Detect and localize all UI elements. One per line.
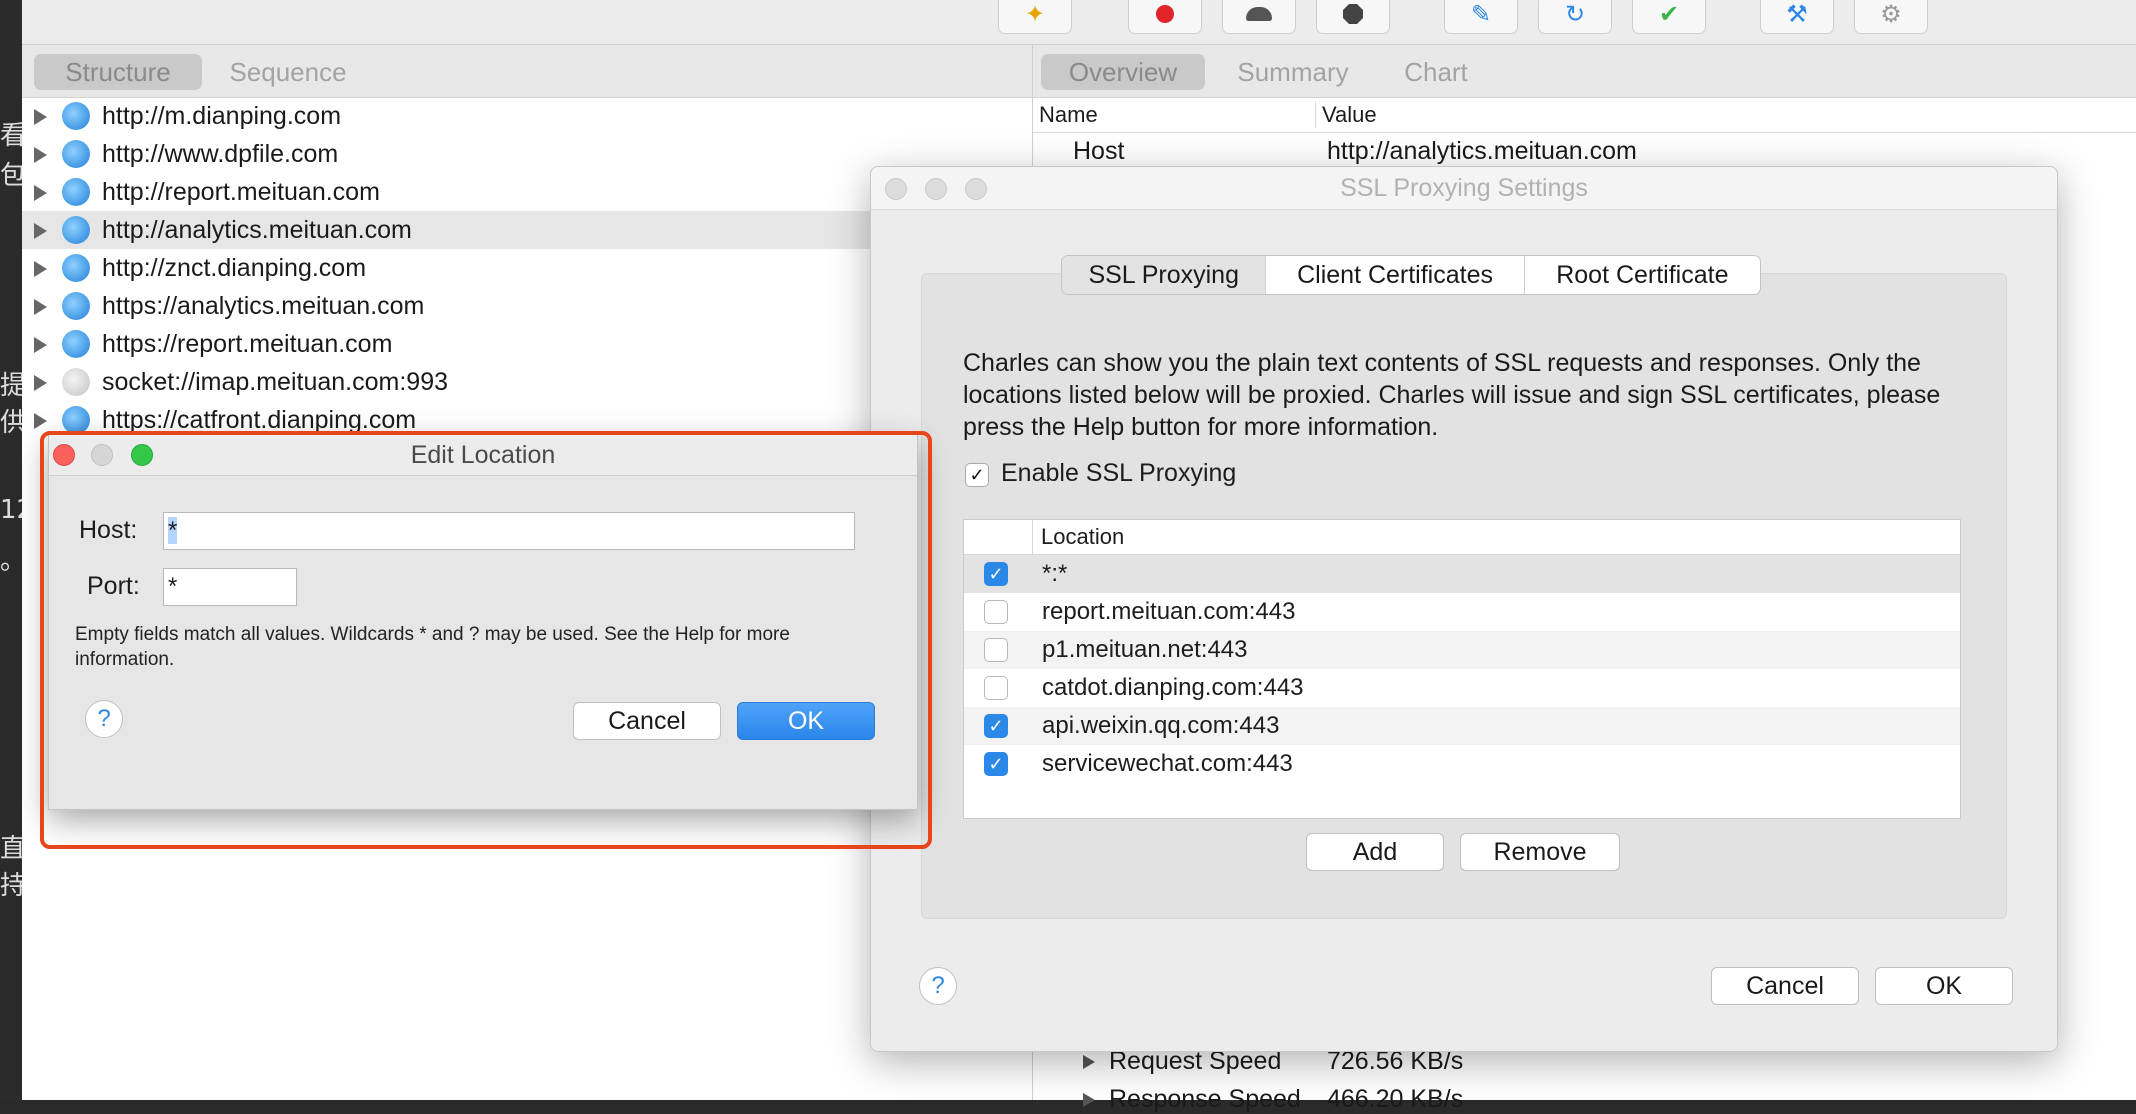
minimize-button[interactable]	[925, 178, 947, 200]
globe-icon	[62, 140, 90, 168]
expand-triangle-icon[interactable]	[34, 375, 47, 391]
overview-table-header: Name Value	[1033, 98, 2136, 133]
turtle-icon[interactable]	[1222, 0, 1296, 34]
overview-host-value: http://analytics.meituan.com	[1327, 137, 1637, 165]
expand-triangle-icon[interactable]	[34, 261, 47, 277]
tree-row-label: http://www.dpfile.com	[102, 140, 339, 168]
globe-icon	[62, 292, 90, 320]
expand-triangle-icon[interactable]	[34, 337, 47, 353]
tree-row-label: https://analytics.meituan.com	[102, 292, 425, 320]
tab-chart[interactable]: Chart	[1381, 54, 1491, 90]
globe-icon	[62, 178, 90, 206]
expand-triangle-icon[interactable]	[34, 299, 47, 315]
location-text: catdot.dianping.com:443	[1042, 674, 1304, 701]
tree-row-label: https://report.meituan.com	[102, 330, 393, 358]
location-checkbox[interactable]: ✓	[984, 752, 1008, 776]
overview-host-name: Host	[1073, 137, 1125, 165]
annotation-highlight-box	[40, 431, 932, 849]
gear-icon[interactable]: ⚙	[1854, 0, 1928, 34]
help-button[interactable]: ?	[919, 967, 957, 1005]
strip-text: 。	[0, 540, 22, 577]
location-row[interactable]: ✓ *:*	[964, 555, 1960, 593]
dialog-titlebar: SSL Proxying Settings	[871, 167, 2057, 210]
toolbar: ✦ ✎ ↻ ✔ ⚒ ⚙	[22, 0, 2136, 45]
location-text: servicewechat.com:443	[1042, 750, 1293, 777]
refresh-icon[interactable]: ↻	[1538, 0, 1612, 34]
location-checkbox[interactable]: ✓	[984, 714, 1008, 738]
view-tabs: Structure Sequence	[22, 45, 1032, 98]
location-row[interactable]: ✓ servicewechat.com:443	[964, 745, 1960, 783]
globe-icon	[62, 216, 90, 244]
location-text: p1.meituan.net:443	[1042, 636, 1248, 663]
location-table-header: Location	[964, 520, 1960, 555]
pen-icon[interactable]: ✎	[1444, 0, 1518, 34]
column-name-header[interactable]: Name	[1039, 102, 1098, 128]
dialog-title: SSL Proxying Settings	[1340, 174, 1588, 202]
tab-ssl-proxying[interactable]: SSL Proxying	[1062, 256, 1267, 294]
stop-icon[interactable]	[1316, 0, 1390, 34]
strip-text: 提供	[0, 371, 22, 438]
globe-icon	[62, 102, 90, 130]
zoom-button[interactable]	[965, 178, 987, 200]
location-checkbox[interactable]	[984, 600, 1008, 624]
location-table: Location ✓ *:* report.meituan.com:443 p1…	[963, 519, 1961, 819]
expand-triangle-icon[interactable]	[34, 413, 47, 429]
socket-icon	[62, 368, 90, 396]
location-text: api.weixin.qq.com:443	[1042, 712, 1280, 739]
tree-row-label: http://znct.dianping.com	[102, 254, 367, 282]
location-checkbox[interactable]: ✓	[984, 562, 1008, 586]
globe-icon	[62, 330, 90, 358]
strip-text: 直持	[0, 834, 22, 901]
location-checkbox[interactable]	[984, 638, 1008, 662]
ok-button[interactable]: OK	[1875, 967, 2013, 1005]
tab-root-certificate[interactable]: Root Certificate	[1525, 256, 1760, 294]
location-column-header[interactable]: Location	[1032, 520, 1941, 554]
location-checkbox[interactable]	[984, 676, 1008, 700]
strip-text: 12	[0, 495, 22, 525]
tools-icon[interactable]: ⚒	[1760, 0, 1834, 34]
enable-ssl-checkbox[interactable]: ✓	[965, 463, 989, 487]
ssl-proxying-settings-dialog: SSL Proxying Settings SSL Proxying Clien…	[870, 166, 2058, 1052]
expand-triangle-icon[interactable]	[34, 147, 47, 163]
tree-row-label: http://report.meituan.com	[102, 178, 380, 206]
tab-structure[interactable]: Structure	[34, 54, 202, 90]
location-row[interactable]: ✓ api.weixin.qq.com:443	[964, 707, 1960, 745]
check-icon[interactable]: ✔	[1632, 0, 1706, 34]
close-button[interactable]	[885, 178, 907, 200]
enable-ssl-label[interactable]: Enable SSL Proxying	[1001, 459, 1236, 488]
location-row[interactable]: catdot.dianping.com:443	[964, 669, 1960, 707]
location-row[interactable]: p1.meituan.net:443	[964, 631, 1960, 669]
location-text: *:*	[1042, 560, 1068, 587]
expand-triangle-icon[interactable]	[34, 223, 47, 239]
tree-row-label: http://m.dianping.com	[102, 102, 342, 130]
tab-sequence[interactable]: Sequence	[218, 54, 358, 90]
globe-icon	[62, 406, 90, 434]
tab-client-certificates[interactable]: Client Certificates	[1266, 256, 1525, 294]
expand-triangle-icon[interactable]	[34, 109, 47, 125]
tree-row-label: socket://imap.meituan.com:993	[102, 368, 448, 396]
record-icon[interactable]	[1128, 0, 1202, 34]
broom-icon[interactable]: ✦	[998, 0, 1072, 34]
detail-tabs: Overview Summary Chart	[1033, 45, 2136, 98]
column-value-header[interactable]: Value	[1315, 102, 1377, 128]
remove-location-button[interactable]: Remove	[1460, 833, 1620, 871]
settings-tab-control: SSL Proxying Client Certificates Root Ce…	[1061, 255, 1761, 295]
location-row[interactable]: report.meituan.com:443	[964, 593, 1960, 631]
location-text: report.meituan.com:443	[1042, 598, 1296, 625]
tab-overview[interactable]: Overview	[1041, 54, 1205, 90]
expand-triangle-icon[interactable]	[1083, 1093, 1095, 1107]
strip-text: 包	[0, 161, 22, 191]
strip-text: 看	[0, 121, 22, 151]
tree-row-label: http://analytics.meituan.com	[102, 216, 412, 244]
tab-summary[interactable]: Summary	[1223, 54, 1363, 90]
globe-icon	[62, 254, 90, 282]
cancel-button[interactable]: Cancel	[1711, 967, 1859, 1005]
add-location-button[interactable]: Add	[1306, 833, 1444, 871]
expand-triangle-icon[interactable]	[34, 185, 47, 201]
background-window-strip: 看 包 提供 12 。 直持	[0, 0, 22, 1100]
tree-row[interactable]: http://m.dianping.com	[22, 97, 1032, 135]
expand-triangle-icon[interactable]	[1083, 1055, 1095, 1069]
ssl-description: Charles can show you the plain text cont…	[963, 349, 1941, 441]
